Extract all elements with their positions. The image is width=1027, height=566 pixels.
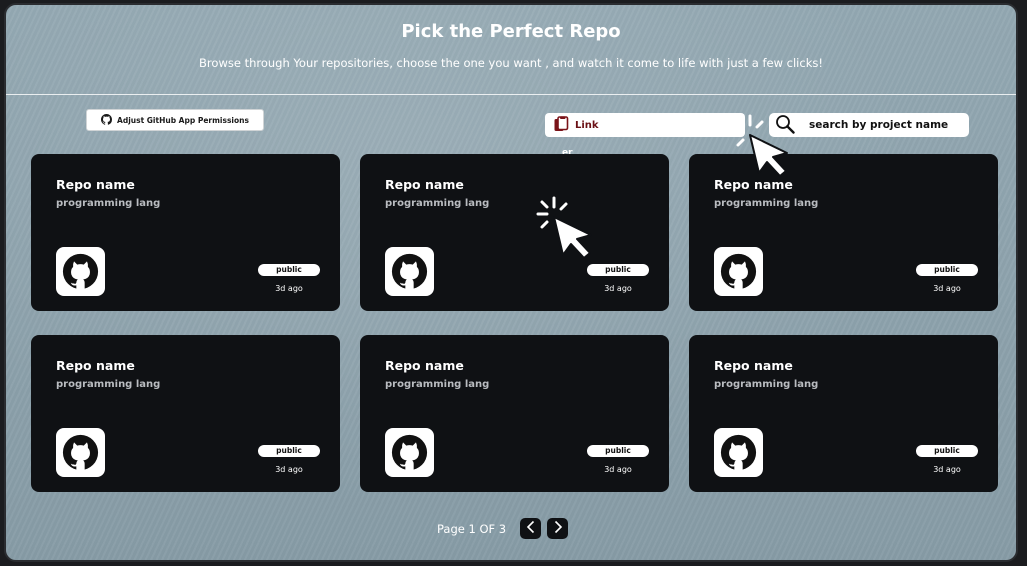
repo-name: Repo name	[385, 358, 464, 373]
page-subtitle: Browse through Your repositories, choose…	[199, 56, 823, 70]
updated-time: 3d ago	[604, 465, 632, 474]
visibility-badge: public	[258, 264, 320, 276]
click-cursor-icon	[732, 114, 788, 177]
repo-name: Repo name	[56, 177, 135, 192]
repo-language: programming lang	[56, 379, 161, 390]
updated-time: 3d ago	[275, 465, 303, 474]
pagination: Page 1 OF 3	[437, 518, 569, 539]
page-indicator: Page 1 OF 3	[437, 521, 507, 536]
github-icon	[714, 247, 763, 296]
clipboard-icon	[553, 115, 569, 135]
github-icon	[56, 247, 105, 296]
click-cursor-icon	[536, 196, 592, 259]
repo-card[interactable]: Repo name programming lang public 3d ago	[31, 335, 340, 492]
link-input[interactable]: Link	[545, 113, 745, 137]
repo-card[interactable]: Repo name programming lang public 3d ago	[31, 154, 340, 311]
adjust-permissions-label: Adjust GitHub App Permissions	[117, 115, 249, 125]
repo-name: Repo name	[714, 177, 793, 192]
repo-name: Repo name	[385, 177, 464, 192]
updated-time: 3d ago	[604, 284, 632, 293]
chevron-right-icon	[552, 520, 564, 537]
repo-language: programming lang	[714, 379, 819, 390]
repo-card[interactable]: Repo name programming lang public 3d ago	[360, 154, 669, 311]
github-icon	[101, 113, 113, 127]
search-input[interactable]: search by project name	[769, 113, 969, 137]
visibility-badge: public	[916, 445, 978, 457]
visibility-badge: public	[258, 445, 320, 457]
github-icon	[56, 428, 105, 477]
search-placeholder: search by project name	[809, 119, 949, 131]
updated-time: 3d ago	[933, 465, 961, 474]
prev-page-button[interactable]	[520, 518, 542, 539]
repo-language: programming lang	[714, 198, 819, 209]
adjust-permissions-button[interactable]: Adjust GitHub App Permissions	[86, 109, 264, 131]
repo-language: programming lang	[385, 379, 490, 390]
link-label: Link	[575, 119, 599, 131]
visibility-badge: public	[916, 264, 978, 276]
repo-name: Repo name	[56, 358, 135, 373]
header-divider	[6, 94, 1016, 95]
repo-language: programming lang	[56, 198, 161, 209]
repo-language: programming lang	[385, 198, 490, 209]
visibility-badge: public	[587, 445, 649, 457]
repo-card[interactable]: Repo name programming lang public 3d ago	[360, 335, 669, 492]
visibility-badge: public	[587, 264, 649, 276]
updated-time: 3d ago	[933, 284, 961, 293]
page-title: Pick the Perfect Repo	[401, 21, 621, 42]
github-icon	[714, 428, 763, 477]
github-icon	[385, 247, 434, 296]
next-page-button[interactable]	[547, 518, 569, 539]
app-window: Pick the Perfect Repo Browse through You…	[4, 3, 1018, 562]
github-icon	[385, 428, 434, 477]
repo-name: Repo name	[714, 358, 793, 373]
updated-time: 3d ago	[275, 284, 303, 293]
chevron-left-icon	[525, 520, 537, 537]
repo-card[interactable]: Repo name programming lang public 3d ago	[689, 335, 998, 492]
